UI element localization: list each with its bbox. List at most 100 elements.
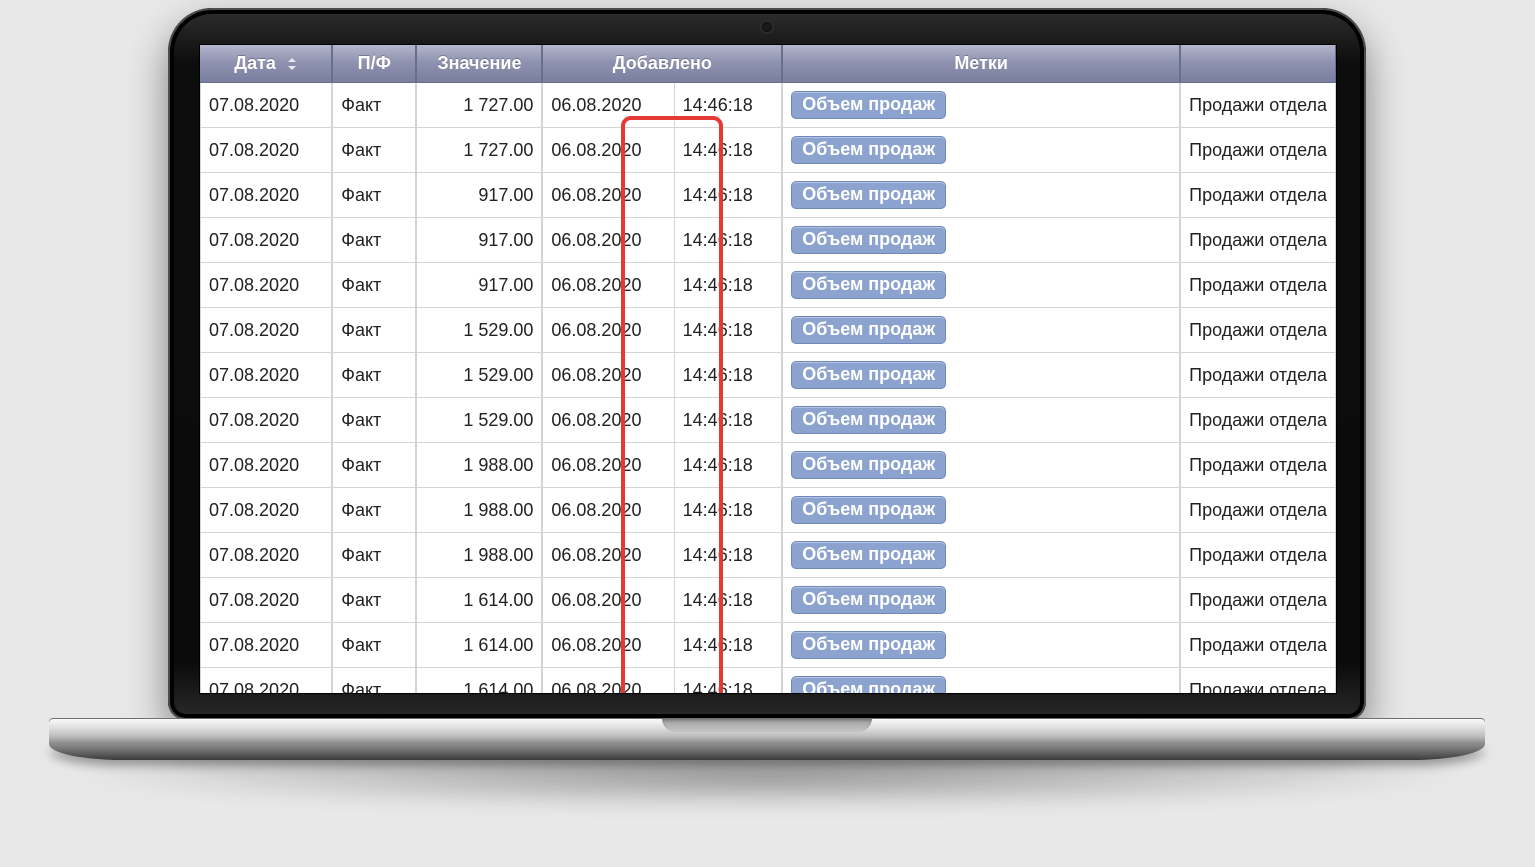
cell-added-date: 06.08.2020 — [542, 263, 674, 308]
cell-value: 1 988.00 — [416, 533, 542, 578]
cell-added-time: 14:46:18 — [675, 218, 783, 263]
cell-pf: Факт — [332, 263, 416, 308]
col-header-date-label: Дата — [234, 53, 276, 73]
table-row[interactable]: 07.08.2020Факт1 614.0006.08.202014:46:18… — [200, 668, 1336, 694]
cell-desc: Продажи отдела — [1180, 668, 1336, 694]
tag-badge[interactable]: Объем продаж — [791, 676, 946, 694]
cell-desc: Продажи отдела — [1180, 488, 1336, 533]
table-row[interactable]: 07.08.2020Факт917.0006.08.202014:46:18Об… — [200, 173, 1336, 218]
cell-desc: Продажи отдела — [1180, 398, 1336, 443]
cell-date: 07.08.2020 — [200, 443, 332, 488]
cell-pf: Факт — [332, 623, 416, 668]
cell-date: 07.08.2020 — [200, 668, 332, 694]
cell-pf: Факт — [332, 398, 416, 443]
cell-value: 1 727.00 — [416, 128, 542, 173]
cell-added-date: 06.08.2020 — [542, 353, 674, 398]
table-row[interactable]: 07.08.2020Факт1 529.0006.08.202014:46:18… — [200, 308, 1336, 353]
cell-date: 07.08.2020 — [200, 398, 332, 443]
data-table: Дата П/Ф Значение Добавлено Метки — [200, 45, 1336, 694]
cell-desc: Продажи отдела — [1180, 353, 1336, 398]
tag-badge[interactable]: Объем продаж — [791, 316, 946, 344]
cell-pf: Факт — [332, 353, 416, 398]
cell-pf: Факт — [332, 668, 416, 694]
tag-badge[interactable]: Объем продаж — [791, 631, 946, 659]
cell-value: 917.00 — [416, 218, 542, 263]
table-row[interactable]: 07.08.2020Факт1 614.0006.08.202014:46:18… — [200, 578, 1336, 623]
tag-badge[interactable]: Объем продаж — [791, 451, 946, 479]
cell-added-date: 06.08.2020 — [542, 533, 674, 578]
cell-value: 1 614.00 — [416, 578, 542, 623]
tag-badge[interactable]: Объем продаж — [791, 541, 946, 569]
screen: Дата П/Ф Значение Добавлено Метки — [199, 44, 1337, 694]
trackpad-notch — [662, 718, 872, 732]
cell-value: 1 988.00 — [416, 443, 542, 488]
col-header-value[interactable]: Значение — [416, 45, 542, 83]
cell-value: 1 529.00 — [416, 398, 542, 443]
cell-tags: Объем продаж — [782, 398, 1180, 443]
tag-badge[interactable]: Объем продаж — [791, 136, 946, 164]
tag-badge[interactable]: Объем продаж — [791, 226, 946, 254]
tag-badge[interactable]: Объем продаж — [791, 181, 946, 209]
table-row[interactable]: 07.08.2020Факт917.0006.08.202014:46:18Об… — [200, 218, 1336, 263]
cell-date: 07.08.2020 — [200, 218, 332, 263]
cell-tags: Объем продаж — [782, 443, 1180, 488]
cell-value: 917.00 — [416, 173, 542, 218]
cell-value: 1 529.00 — [416, 308, 542, 353]
tag-badge[interactable]: Объем продаж — [791, 271, 946, 299]
cell-pf: Факт — [332, 218, 416, 263]
tag-badge[interactable]: Объем продаж — [791, 406, 946, 434]
cell-pf: Факт — [332, 443, 416, 488]
cell-desc: Продажи отдела — [1180, 533, 1336, 578]
cell-date: 07.08.2020 — [200, 83, 332, 128]
cell-desc: Продажи отдела — [1180, 263, 1336, 308]
cell-tags: Объем продаж — [782, 488, 1180, 533]
table-row[interactable]: 07.08.2020Факт1 614.0006.08.202014:46:18… — [200, 623, 1336, 668]
cell-desc: Продажи отдела — [1180, 173, 1336, 218]
cell-pf: Факт — [332, 533, 416, 578]
cell-added-date: 06.08.2020 — [542, 308, 674, 353]
table-row[interactable]: 07.08.2020Факт1 529.0006.08.202014:46:18… — [200, 398, 1336, 443]
cell-date: 07.08.2020 — [200, 533, 332, 578]
tag-badge[interactable]: Объем продаж — [791, 91, 946, 119]
cell-tags: Объем продаж — [782, 263, 1180, 308]
cell-tags: Объем продаж — [782, 578, 1180, 623]
cell-value: 1 988.00 — [416, 488, 542, 533]
cell-tags: Объем продаж — [782, 128, 1180, 173]
cell-added-time: 14:46:18 — [675, 578, 783, 623]
col-header-added[interactable]: Добавлено — [542, 45, 782, 83]
table-row[interactable]: 07.08.2020Факт1 727.0006.08.202014:46:18… — [200, 83, 1336, 128]
cell-desc: Продажи отдела — [1180, 128, 1336, 173]
table-row[interactable]: 07.08.2020Факт1 988.0006.08.202014:46:18… — [200, 533, 1336, 578]
cell-date: 07.08.2020 — [200, 353, 332, 398]
table-row[interactable]: 07.08.2020Факт1 988.0006.08.202014:46:18… — [200, 488, 1336, 533]
cell-added-time: 14:46:18 — [675, 488, 783, 533]
col-header-date[interactable]: Дата — [200, 45, 332, 83]
table-row[interactable]: 07.08.2020Факт1 529.0006.08.202014:46:18… — [200, 353, 1336, 398]
tag-badge[interactable]: Объем продаж — [791, 586, 946, 614]
col-header-tags[interactable]: Метки — [782, 45, 1180, 83]
cell-added-time: 14:46:18 — [675, 398, 783, 443]
col-header-pf[interactable]: П/Ф — [332, 45, 416, 83]
camera-icon — [762, 22, 772, 32]
cell-tags: Объем продаж — [782, 533, 1180, 578]
cell-value: 1 614.00 — [416, 623, 542, 668]
table-row[interactable]: 07.08.2020Факт917.0006.08.202014:46:18Об… — [200, 263, 1336, 308]
cell-desc: Продажи отдела — [1180, 218, 1336, 263]
cell-added-date: 06.08.2020 — [542, 668, 674, 694]
table-row[interactable]: 07.08.2020Факт1 988.0006.08.202014:46:18… — [200, 443, 1336, 488]
cell-added-time: 14:46:18 — [675, 353, 783, 398]
tag-badge[interactable]: Объем продаж — [791, 496, 946, 524]
cell-added-time: 14:46:18 — [675, 533, 783, 578]
cell-date: 07.08.2020 — [200, 623, 332, 668]
cell-value: 1 529.00 — [416, 353, 542, 398]
cell-tags: Объем продаж — [782, 218, 1180, 263]
col-header-desc[interactable] — [1180, 45, 1336, 83]
cell-value: 917.00 — [416, 263, 542, 308]
table-row[interactable]: 07.08.2020Факт1 727.0006.08.202014:46:18… — [200, 128, 1336, 173]
cell-desc: Продажи отдела — [1180, 578, 1336, 623]
cell-desc: Продажи отдела — [1180, 443, 1336, 488]
cell-date: 07.08.2020 — [200, 263, 332, 308]
laptop-mockup: Дата П/Ф Значение Добавлено Метки — [168, 8, 1366, 760]
tag-badge[interactable]: Объем продаж — [791, 361, 946, 389]
cell-added-date: 06.08.2020 — [542, 83, 674, 128]
